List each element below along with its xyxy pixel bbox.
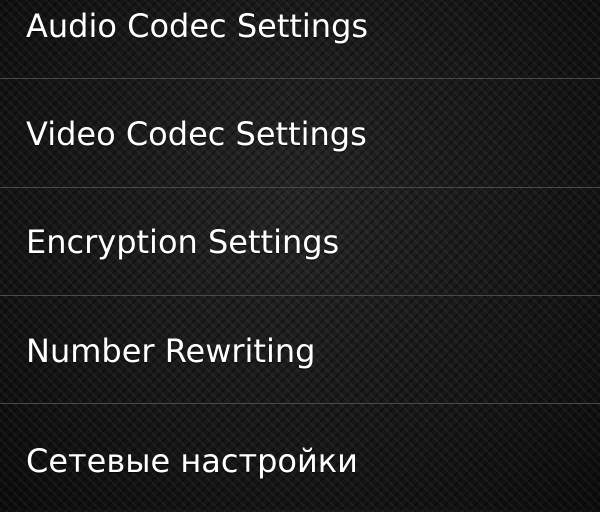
- menu-item-label: Video Codec Settings: [26, 115, 367, 153]
- menu-item-label: Audio Codec Settings: [26, 7, 369, 45]
- menu-item-encryption-settings[interactable]: Encryption Settings: [0, 188, 600, 296]
- menu-item-audio-codec-settings[interactable]: Audio Codec Settings: [0, 0, 600, 78]
- menu-item-number-rewriting[interactable]: Number Rewriting: [0, 296, 600, 404]
- settings-menu-list: Audio Codec Settings Video Codec Setting…: [0, 0, 600, 510]
- menu-item-network-settings[interactable]: Сетевые настройки: [0, 404, 600, 512]
- menu-item-label: Number Rewriting: [26, 332, 316, 370]
- menu-item-label: Сетевые настройки: [26, 442, 358, 480]
- menu-item-video-codec-settings[interactable]: Video Codec Settings: [0, 79, 600, 187]
- menu-item-label: Encryption Settings: [26, 223, 340, 261]
